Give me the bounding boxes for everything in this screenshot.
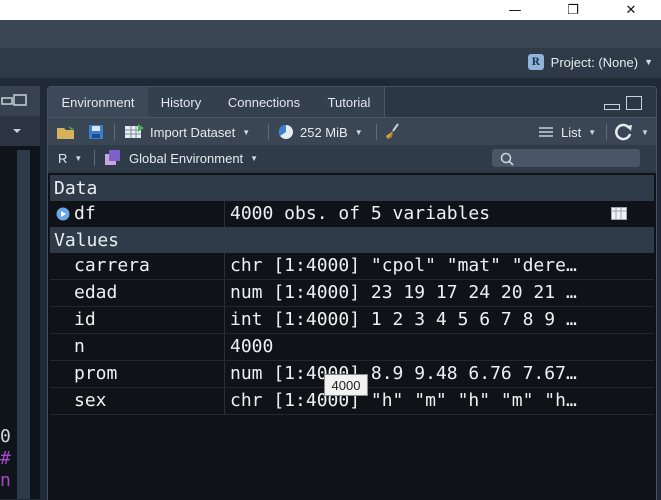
open-folder-icon — [57, 126, 74, 139]
object-name: df — [74, 203, 96, 224]
scope-label: Global Environment — [129, 150, 244, 166]
r-project-icon: R — [527, 54, 544, 70]
source-pane: 0 # n — [0, 86, 40, 499]
window-titlebar: — ❐ ✕ — [0, 0, 661, 20]
value-tooltip: 4000 — [324, 374, 368, 396]
tooltip-text: 4000 — [331, 377, 361, 393]
restore-button[interactable]: ❐ — [550, 0, 596, 20]
view-mode-dropdown[interactable]: List ▼ — [539, 118, 596, 146]
import-dataset-icon — [125, 124, 144, 138]
chevron-down-icon: ▼ — [242, 127, 251, 137]
environment-toolbar: Import Dataset ▼ 252 MiB ▼ List ▼ ▼ — [48, 117, 656, 147]
object-value: int [1:4000] 1 2 3 4 5 6 7 8 9 … — [230, 309, 577, 330]
maximize-pane-icon[interactable] — [626, 96, 642, 110]
object-name: carrera — [74, 255, 150, 276]
save-icon — [89, 125, 103, 139]
table-row[interactable]: df 4000 obs. of 5 variables — [50, 201, 654, 228]
project-label: Project: (None) — [550, 54, 639, 70]
view-mode-label: List — [561, 124, 582, 140]
object-name: sex — [74, 390, 107, 411]
object-value: num [1:4000] 23 19 17 24 20 21 … — [230, 282, 577, 303]
chevron-down-icon: ▼ — [641, 127, 649, 137]
tab-label: History — [160, 94, 202, 110]
section-label: Data — [54, 177, 98, 199]
memory-pie-icon — [278, 124, 293, 139]
chevron-down-icon: ▼ — [644, 57, 653, 67]
object-value: 4000 — [230, 336, 274, 357]
pane-window-controls-icon[interactable] — [0, 86, 40, 116]
language-dropdown[interactable]: R ▼ — [58, 145, 82, 171]
close-button[interactable]: ✕ — [608, 0, 654, 20]
environment-scope-bar: R ▼ Global Environment ▼ — [48, 145, 656, 171]
tab-label: Tutorial — [327, 94, 371, 110]
tab-tutorial[interactable]: Tutorial — [314, 87, 385, 117]
chevron-down-icon[interactable] — [10, 124, 24, 138]
pane-window-controls — [604, 96, 642, 110]
chevron-down-icon: ▼ — [588, 127, 597, 137]
minimize-pane-icon[interactable] — [604, 104, 620, 110]
code-glyph: # — [0, 448, 11, 469]
table-row[interactable]: carrera chr [1:4000] "cpol" "mat" "dere… — [50, 253, 654, 280]
clear-workspace-button[interactable] — [384, 118, 402, 146]
project-menu[interactable]: R Project: (None) ▼ — [527, 54, 653, 70]
environment-search-input[interactable] — [492, 149, 640, 167]
object-name: id — [74, 309, 96, 330]
tab-environment[interactable]: Environment — [48, 87, 149, 117]
section-header-values: Values — [50, 227, 654, 253]
table-row[interactable]: edad num [1:4000] 23 19 17 24 20 21 … — [50, 280, 654, 307]
source-pane-header — [0, 86, 40, 116]
minimize-icon: — — [508, 2, 522, 18]
tab-label: Environment — [61, 94, 135, 110]
object-value: num [1:4000] 8.9 9.48 6.76 7.67… — [230, 363, 577, 384]
list-icon — [539, 127, 553, 137]
tab-label: Connections — [227, 94, 301, 110]
project-bar: R Project: (None) ▼ — [0, 48, 661, 78]
broom-icon — [386, 123, 399, 139]
expand-arrow-icon[interactable] — [56, 207, 70, 221]
memory-usage-button[interactable]: 252 MiB ▼ — [278, 118, 363, 146]
section-header-data: Data — [50, 175, 654, 201]
chevron-down-icon: ▼ — [250, 153, 259, 163]
minimize-button[interactable]: — — [492, 0, 538, 20]
global-environment-icon — [105, 150, 120, 165]
chevron-down-icon: ▼ — [354, 127, 363, 137]
close-icon: ✕ — [625, 2, 637, 18]
environment-pane: Environment History Connections Tutorial… — [47, 86, 657, 500]
tab-history[interactable]: History — [148, 87, 215, 117]
language-label: R — [58, 150, 68, 166]
object-name: n — [74, 336, 85, 357]
pane-tabs: Environment History Connections Tutorial — [48, 87, 656, 117]
refresh-icon — [615, 123, 632, 141]
app-menubar — [0, 20, 661, 49]
section-label: Values — [54, 229, 120, 251]
import-dataset-button[interactable]: Import Dataset ▼ — [124, 118, 250, 146]
view-table-icon[interactable] — [611, 207, 627, 220]
restore-icon: ❐ — [567, 2, 579, 18]
environment-object-list: Data df 4000 obs. of 5 variables Values … — [48, 173, 656, 500]
search-icon — [500, 152, 514, 166]
source-scrollbar[interactable] — [17, 150, 30, 499]
memory-usage-label: 252 MiB — [300, 124, 348, 140]
chevron-down-icon: ▼ — [74, 153, 83, 163]
load-workspace-button[interactable] — [56, 118, 78, 146]
scope-dropdown[interactable]: Global Environment ▼ — [104, 145, 258, 171]
object-name: prom — [74, 363, 118, 384]
table-row[interactable]: id int [1:4000] 1 2 3 4 5 6 7 8 9 … — [50, 307, 654, 334]
save-workspace-button[interactable] — [88, 118, 104, 146]
code-glyph: n — [0, 470, 11, 491]
object-value: 4000 obs. of 5 variables — [230, 203, 491, 224]
object-name: edad — [74, 282, 118, 303]
source-code-fragment: 0 # n — [0, 426, 11, 492]
object-value: chr [1:4000] "h" "m" "h" "m" "h… — [230, 390, 577, 411]
table-row[interactable]: n 4000 — [50, 334, 654, 361]
refresh-button[interactable]: ▼ — [614, 118, 649, 146]
code-glyph: 0 — [0, 426, 11, 447]
tab-connections[interactable]: Connections — [214, 87, 315, 117]
object-value: chr [1:4000] "cpol" "mat" "dere… — [230, 255, 577, 276]
import-dataset-label: Import Dataset — [150, 124, 236, 140]
